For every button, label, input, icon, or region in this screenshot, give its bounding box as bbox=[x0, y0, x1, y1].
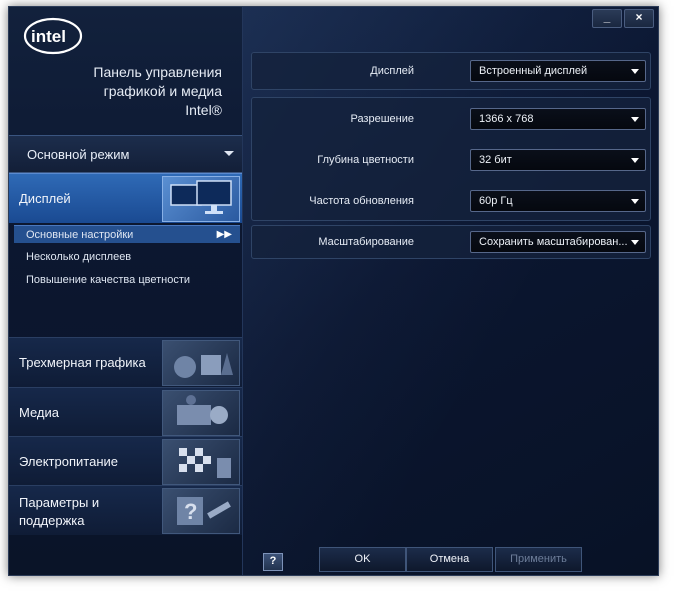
minimize-button[interactable]: _ bbox=[592, 9, 622, 28]
3d-shapes-icon bbox=[162, 340, 240, 386]
chevron-down-icon bbox=[631, 158, 639, 163]
scaling-label: Масштабирование bbox=[318, 236, 414, 248]
color-depth-value: 32 бит bbox=[479, 154, 512, 166]
subitem-basic-settings-label: Основные настройки bbox=[26, 229, 134, 241]
display-settings-group: Разрешение 1366 x 768 Глубина цветности … bbox=[251, 97, 651, 221]
display-row: Дисплей Встроенный дисплей bbox=[251, 52, 651, 90]
chevron-down-icon bbox=[631, 240, 639, 245]
color-depth-label: Глубина цветности bbox=[317, 154, 414, 166]
category-power[interactable]: Электропитание bbox=[9, 436, 242, 485]
category-options-support[interactable]: Параметры и поддержка ? bbox=[9, 485, 242, 535]
checkered-flag-icon bbox=[162, 439, 240, 485]
resolution-value: 1366 x 768 bbox=[479, 113, 534, 125]
subitem-basic-settings[interactable]: Основные настройки ▶▶ bbox=[14, 225, 240, 243]
main-panel: _ × Дисплей Встроенный дисплей Разрешени… bbox=[243, 7, 658, 575]
app-title-line-3: Intel® bbox=[185, 102, 222, 118]
subitem-color-enhancement[interactable]: Повышение качества цветности bbox=[14, 271, 240, 289]
category-3d-graphics[interactable]: Трехмерная графика bbox=[9, 337, 242, 387]
monitors-icon bbox=[162, 176, 240, 222]
double-arrow-icon: ▶▶ bbox=[216, 229, 232, 240]
window-controls: _ × bbox=[590, 9, 654, 28]
chevron-down-icon bbox=[224, 151, 234, 156]
wrench-question-icon: ? bbox=[162, 488, 240, 534]
intel-control-panel-window: intel Панель управления графикой и медиа… bbox=[8, 6, 659, 576]
scaling-value: Сохранить масштабирован... bbox=[479, 236, 628, 248]
category-display-label: Дисплей bbox=[19, 191, 71, 206]
color-depth-dropdown[interactable]: 32 бит bbox=[470, 149, 646, 171]
mode-label: Основной режим bbox=[27, 146, 130, 162]
resolution-dropdown[interactable]: 1366 x 768 bbox=[470, 108, 646, 130]
display-value: Встроенный дисплей bbox=[479, 65, 588, 77]
display-dropdown[interactable]: Встроенный дисплей bbox=[470, 60, 646, 82]
scaling-dropdown[interactable]: Сохранить масштабирован... bbox=[470, 231, 646, 253]
cancel-button[interactable]: Отмена bbox=[406, 547, 493, 572]
sidebar: intel Панель управления графикой и медиа… bbox=[9, 7, 243, 575]
resolution-label: Разрешение bbox=[350, 113, 414, 125]
category-power-label: Электропитание bbox=[19, 454, 118, 469]
subitem-multiple-displays[interactable]: Несколько дисплеев bbox=[14, 248, 240, 266]
app-title: Панель управления графикой и медиа Intel… bbox=[22, 63, 222, 120]
subitem-multiple-displays-label: Несколько дисплеев bbox=[26, 251, 132, 263]
chevron-down-icon bbox=[631, 69, 639, 74]
app-title-line-2: графикой и медиа bbox=[103, 83, 222, 99]
display-label: Дисплей bbox=[370, 65, 414, 77]
ok-button[interactable]: OK bbox=[319, 547, 406, 572]
svg-text:?: ? bbox=[184, 499, 197, 524]
chevron-down-icon bbox=[631, 117, 639, 122]
category-media[interactable]: Медиа bbox=[9, 387, 242, 436]
intel-logo: intel bbox=[23, 17, 83, 55]
projector-icon bbox=[162, 390, 240, 436]
apply-button[interactable]: Применить bbox=[495, 547, 582, 572]
close-button[interactable]: × bbox=[624, 9, 654, 28]
refresh-rate-value: 60p Гц bbox=[479, 195, 513, 207]
mode-dropdown[interactable]: Основной режим bbox=[9, 135, 242, 173]
app-title-line-1: Панель управления bbox=[93, 64, 222, 80]
scaling-row: Масштабирование Сохранить масштабирован.… bbox=[251, 225, 651, 259]
refresh-rate-label: Частота обновления bbox=[309, 195, 414, 207]
category-options-support-label: Параметры и поддержка bbox=[19, 495, 100, 528]
chevron-down-icon bbox=[631, 199, 639, 204]
category-3d-graphics-label: Трехмерная графика bbox=[19, 355, 146, 370]
help-button[interactable]: ? bbox=[263, 553, 283, 571]
category-display[interactable]: Дисплей bbox=[9, 173, 242, 223]
refresh-rate-dropdown[interactable]: 60p Гц bbox=[470, 190, 646, 212]
category-media-label: Медиа bbox=[19, 405, 59, 420]
subitem-color-enhancement-label: Повышение качества цветности bbox=[26, 274, 191, 286]
svg-text:intel: intel bbox=[31, 27, 66, 46]
